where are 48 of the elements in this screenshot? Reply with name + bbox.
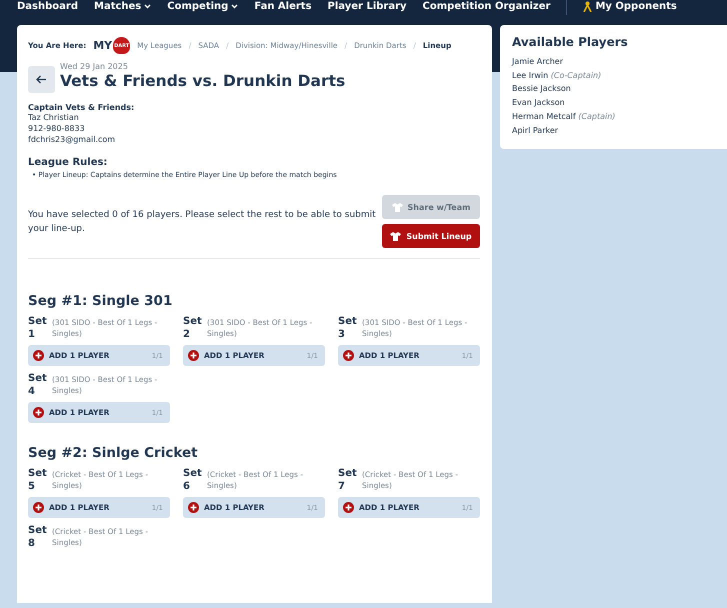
nav-link[interactable]: My Opponents bbox=[583, 0, 677, 12]
player-name[interactable]: Lee Irwin (Co-Captain) bbox=[512, 68, 715, 82]
chevron-down-icon bbox=[144, 4, 152, 8]
captain-detail: fdchris23@gmail.com bbox=[28, 134, 116, 145]
player-name[interactable]: Apirl Parker bbox=[512, 124, 715, 138]
back-button[interactable] bbox=[28, 66, 55, 93]
rules-heading: League Rules: bbox=[28, 157, 108, 168]
plus-circle-icon bbox=[33, 502, 44, 513]
nav-link[interactable]: Fan Alerts bbox=[254, 0, 312, 12]
captain-detail: 912-980-8833 bbox=[28, 123, 86, 134]
nav-link[interactable]: Competition Organizer bbox=[422, 0, 550, 12]
player-name[interactable]: Jamie Archer bbox=[512, 55, 715, 69]
card-title: Available Players bbox=[512, 35, 629, 49]
set-number: Set 3 bbox=[338, 315, 354, 341]
nav-link[interactable]: Dashboard bbox=[17, 0, 78, 12]
plus-circle-icon bbox=[33, 407, 44, 418]
captain-heading: Captain Vets & Friends: bbox=[28, 103, 136, 112]
selection-message: You have selected 0 of 16 players. Please select the rest to be able to submit your line-up. bbox=[28, 208, 377, 236]
plus-circle-icon bbox=[343, 502, 354, 513]
set-number: Set 5 bbox=[28, 467, 44, 493]
set-number: Set 4 bbox=[28, 372, 44, 398]
nav-link[interactable]: Matches bbox=[94, 0, 152, 12]
plus-circle-icon bbox=[188, 502, 199, 513]
nav-link[interactable]: Player Library bbox=[328, 0, 407, 12]
captain-detail: Taz Christian bbox=[28, 112, 80, 123]
set-number: Set 6 bbox=[183, 467, 199, 493]
player-name[interactable]: Herman Metcalf (Captain) bbox=[512, 110, 715, 124]
match-title: Vets & Friends vs. Drunkin Darts bbox=[60, 71, 346, 91]
set-number: Set 1 bbox=[28, 315, 44, 341]
chevron-down-icon bbox=[231, 4, 238, 8]
segment-title: Seg #1: Single 301 bbox=[28, 293, 174, 309]
set-number: Set 2 bbox=[183, 315, 199, 341]
shirt-icon bbox=[390, 232, 402, 240]
logo-text: MY bbox=[93, 39, 112, 52]
player-name[interactable]: Evan Jackson bbox=[512, 96, 715, 110]
lineup-button[interactable]: Submit Lineup bbox=[382, 224, 480, 248]
shirt-icon bbox=[392, 202, 403, 212]
plus-circle-icon bbox=[188, 350, 199, 361]
plus-circle-icon bbox=[33, 350, 44, 361]
match-date: Wed 29 Jan 2025 bbox=[60, 62, 129, 71]
person-icon bbox=[583, 0, 592, 12]
nav-link[interactable]: Competing bbox=[167, 0, 238, 12]
arrow-left-icon bbox=[36, 75, 47, 84]
set-number: Set 8 bbox=[28, 524, 44, 550]
plus-circle-icon bbox=[343, 350, 354, 361]
set-number: Set 7 bbox=[338, 467, 354, 493]
player-name[interactable]: Bessie Jackson bbox=[512, 82, 715, 96]
segment-title: Seg #2: Sinlge Cricket bbox=[28, 445, 199, 461]
